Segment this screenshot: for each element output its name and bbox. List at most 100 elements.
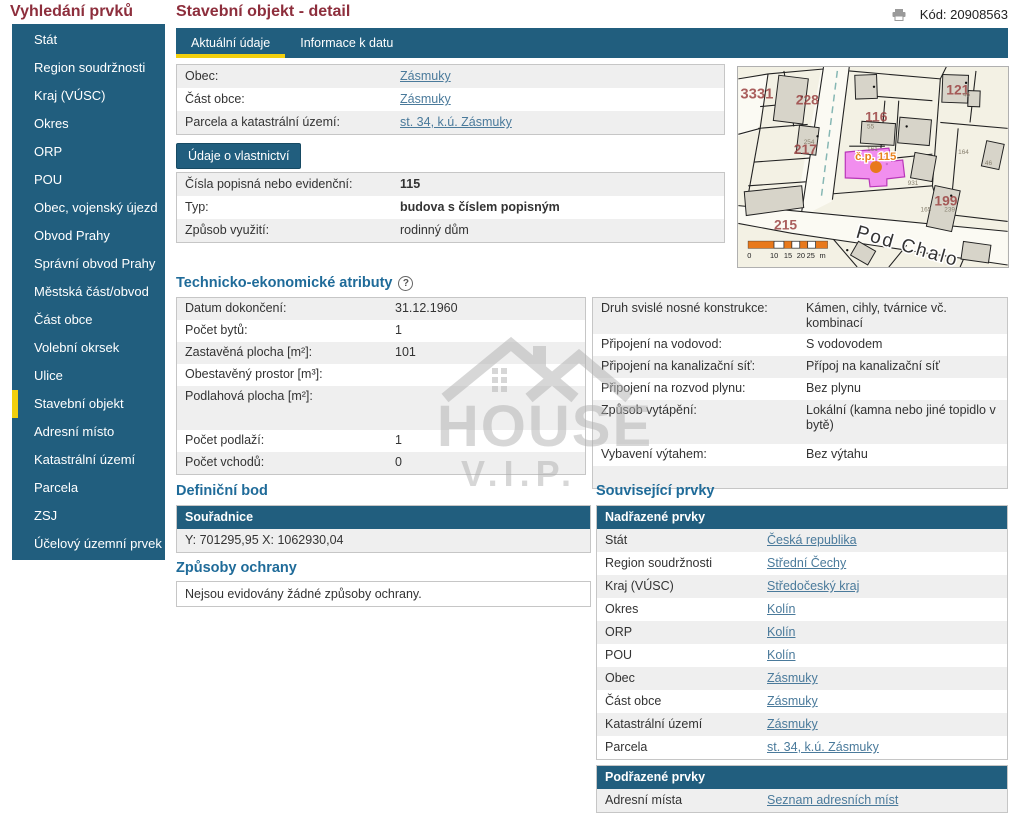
row-label: Parcela (597, 736, 759, 759)
tab-bar: Aktuální údajeInformace k datu (176, 28, 1008, 58)
row-value: Zásmuky (392, 65, 724, 88)
row-value: Kolín (759, 644, 1007, 667)
value-link[interactable]: Kolín (767, 648, 796, 662)
sidebar-item[interactable]: ZSJ (12, 502, 165, 530)
value-link[interactable]: Zásmuky (767, 671, 818, 685)
sidebar-item[interactable]: Katastrální území (12, 446, 165, 474)
help-icon[interactable]: ? (398, 276, 413, 291)
sidebar-item[interactable]: Ulice (12, 362, 165, 390)
row-value: 31.12.1960 (387, 298, 585, 320)
row-value: st. 34, k.ú. Zásmuky (759, 736, 1007, 759)
protection-title: Způsoby ochrany (176, 560, 297, 576)
page-title: Stavební objekt - detail (176, 3, 350, 21)
sidebar-menu: StátRegion soudržnostiKraj (VÚSC)OkresOR… (12, 24, 165, 560)
tab[interactable]: Aktuální údaje (176, 28, 285, 58)
sidebar-item[interactable]: Obvod Prahy (12, 222, 165, 250)
table-row: Typ:budova s číslem popisným (177, 196, 724, 219)
sidebar-item[interactable]: Adresní místo (12, 418, 165, 446)
parent-elements-header: Nadřazené prvky (597, 506, 1007, 529)
map-label: 215 (774, 216, 797, 232)
value-link[interactable]: Kolín (767, 602, 796, 616)
table-row: Vybavení výtahem:Bez výtahu (593, 444, 1007, 466)
table-row: ObecZásmuky (597, 667, 1007, 690)
sidebar-item[interactable]: Účelový územní prvek (12, 530, 165, 558)
map-label: 25 (807, 251, 815, 260)
ownership-button[interactable]: Údaje o vlastnictví (176, 143, 301, 169)
table-row: Obec:Zásmuky (177, 65, 724, 88)
sidebar-item[interactable]: Správní obvod Prahy (12, 250, 165, 278)
value-link[interactable]: Kolín (767, 625, 796, 639)
value-link[interactable]: Zásmuky (767, 717, 818, 731)
map-label: 165 (921, 207, 932, 214)
table-row: Druh svislé nosné konstrukce:Kámen, cihl… (593, 298, 1007, 334)
row-value (387, 364, 585, 386)
tab[interactable]: Informace k datu (285, 28, 408, 58)
value-link[interactable]: Zásmuky (767, 694, 818, 708)
row-label: Podlahová plocha [m²]: (177, 386, 387, 430)
value-link[interactable]: st. 34, k.ú. Zásmuky (767, 740, 879, 754)
row-label: Připojení na rozvod plynu: (593, 378, 798, 400)
row-value: 0 (387, 452, 585, 474)
value-link[interactable]: Střední Čechy (767, 556, 846, 570)
row-label: Počet bytů: (177, 320, 387, 342)
table-row: Část obceZásmuky (597, 690, 1007, 713)
row-value (387, 386, 585, 430)
row-label: Okres (597, 598, 759, 621)
row-label: Vybavení výtahem: (593, 444, 798, 466)
row-value: 1 (387, 320, 585, 342)
sidebar-item[interactable]: Parcela (12, 474, 165, 502)
table-row: Čísla popisná nebo evidenční:115 (177, 173, 724, 196)
sidebar-item[interactable]: ORP (12, 138, 165, 166)
table-row: Datum dokončení:31.12.1960 (177, 298, 585, 320)
table-row: Způsob využití:rodinný dům (177, 219, 724, 242)
sidebar-item[interactable]: Region soudržnosti (12, 54, 165, 82)
value-link[interactable]: Česká republika (767, 533, 857, 547)
row-label: Zastavěná plocha [m²]: (177, 342, 387, 364)
row-label: Stát (597, 529, 759, 552)
table-row: Stát Česká republika (597, 529, 1007, 552)
coords-table: Souřadnice Y: 701295,95 X: 1062930,04 (176, 505, 591, 553)
row-label: Katastrální území (597, 713, 759, 736)
table-row: Počet vchodů:0 (177, 452, 585, 474)
row-label: Druh svislé nosné konstrukce: (593, 298, 798, 334)
printer-icon[interactable] (892, 9, 906, 21)
code-label: Kód: 20908563 (920, 7, 1008, 22)
map-label: 116 (865, 108, 888, 124)
row-value: st. 34, k.ú. Zásmuky (392, 111, 724, 134)
sidebar-item[interactable]: Volební okrsek (12, 334, 165, 362)
row-label: Parcela a katastrální území: (177, 111, 392, 134)
row-value: Lokální (kamna nebo jiné topidlo v bytě) (798, 400, 1007, 444)
row-label: Způsob vytápění: (593, 400, 798, 444)
child-elements-table: Podřazené prvky Adresní místaSeznam adre… (596, 765, 1008, 813)
code-area: Kód: 20908563 (892, 7, 1008, 22)
row-value: 1 (387, 430, 585, 452)
row-value: Seznam adresních míst (759, 789, 1007, 812)
sidebar-item[interactable]: Městská část/obvod (12, 278, 165, 306)
row-value: Střední Čechy (759, 552, 1007, 575)
row-value: Bez plynu (798, 378, 1007, 400)
sidebar-item[interactable]: Stát (12, 26, 165, 54)
map-label: 3331 (740, 87, 773, 103)
building-table: Čísla popisná nebo evidenční:115Typ:budo… (176, 172, 725, 243)
map-label: 239 (944, 207, 955, 214)
sidebar-item[interactable]: Kraj (VÚSC) (12, 82, 165, 110)
sidebar-item[interactable]: Okres (12, 110, 165, 138)
sidebar-item[interactable]: Část obce (12, 306, 165, 334)
value-link[interactable]: Středočeský kraj (767, 579, 859, 593)
value-link[interactable]: Zásmuky (400, 92, 451, 106)
row-value: rodinný dům (392, 219, 724, 242)
value-link[interactable]: st. 34, k.ú. Zásmuky (400, 115, 512, 129)
sidebar-item[interactable]: Stavební objekt (12, 390, 165, 418)
sidebar-item[interactable]: Obec, vojenský újezd (12, 194, 165, 222)
sidebar-item[interactable]: POU (12, 166, 165, 194)
row-label: ORP (597, 621, 759, 644)
row-value: Zásmuky (392, 88, 724, 111)
row-label: Kraj (VÚSC) (597, 575, 759, 598)
value-link[interactable]: Zásmuky (400, 69, 451, 83)
row-value: budova s číslem popisným (392, 196, 724, 219)
location-table: Obec:ZásmukyČást obce:ZásmukyParcela a k… (176, 64, 725, 135)
value-link[interactable]: Seznam adresních míst (767, 793, 898, 807)
row-value: 101 (387, 342, 585, 364)
row-value: Zásmuky (759, 667, 1007, 690)
cadastral-map[interactable]: č.p. 115 Pod Chalo 333122821711612119921… (737, 66, 1009, 268)
